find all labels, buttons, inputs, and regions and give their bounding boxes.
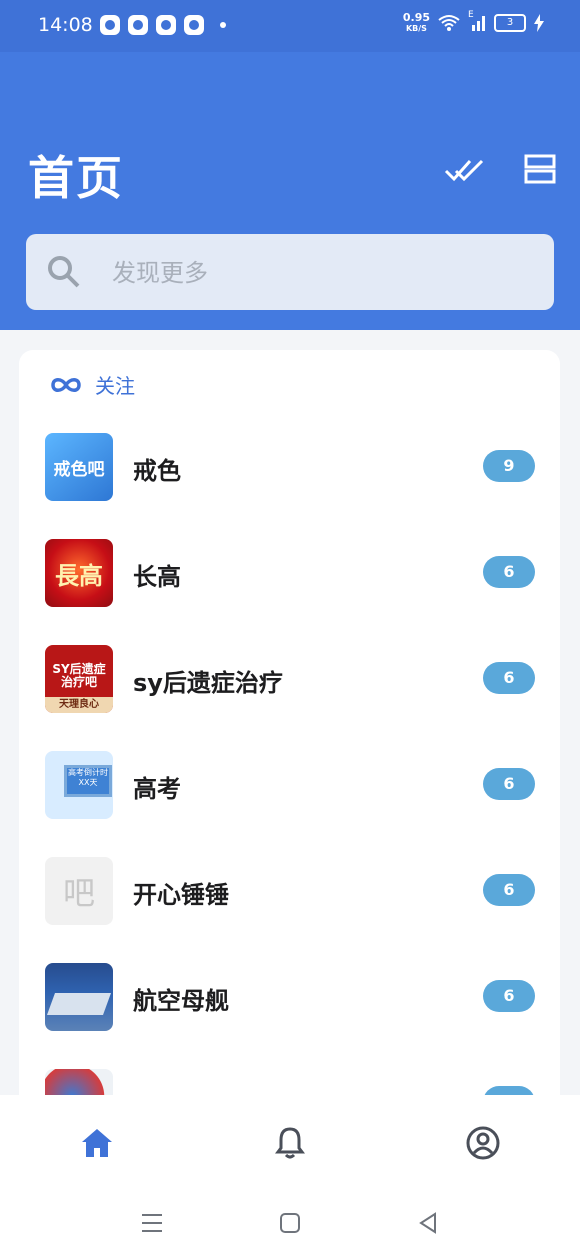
- forum-avatar-text: 戒色吧: [53, 459, 105, 480]
- forum-avatar-placeholder: 吧: [45, 857, 113, 925]
- forum-avatar: 高考倒计时 XX天: [45, 751, 113, 819]
- wifi-icon: [438, 15, 460, 31]
- status-indicators: 0.95 KB/S E 3: [403, 10, 544, 34]
- follow-section-title: 关注: [95, 374, 135, 398]
- app-notification-icon: [156, 15, 176, 35]
- system-navigation-bar: [0, 1191, 580, 1257]
- more-notifications-dot: [220, 22, 226, 28]
- infinity-icon: [51, 377, 81, 392]
- forum-avatar-text: 長高: [55, 561, 103, 590]
- tab-home[interactable]: [75, 1121, 119, 1165]
- page-title: 首页: [28, 151, 124, 205]
- forum-avatar-text: SY后遗症治疗吧: [52, 662, 106, 689]
- follow-card: 关注 戒色吧 戒色 9 長高 长高 6 SY后遗症治疗吧 天理良心 sy后遗症治…: [19, 350, 560, 1110]
- charging-icon: [534, 14, 544, 32]
- notification-icons: [100, 15, 226, 35]
- app-notification-icon: [128, 15, 148, 35]
- forum-avatar: 戒色吧: [45, 433, 113, 501]
- forum-name: 开心锤锤: [133, 881, 229, 909]
- menu-icon: [142, 1214, 162, 1232]
- forum-item[interactable]: 航空母舰 6: [19, 962, 560, 1068]
- search-bar[interactable]: [26, 234, 554, 312]
- unread-count-badge: 6: [483, 556, 535, 588]
- network-speed-unit: KB/S: [405, 24, 427, 33]
- tab-notifications[interactable]: [268, 1121, 312, 1165]
- unread-count-badge: 9: [483, 450, 535, 482]
- home-icon: [82, 1129, 112, 1157]
- forum-avatar: 長高: [45, 539, 113, 607]
- forum-item[interactable]: 吧 开心锤锤 6: [19, 856, 560, 962]
- forum-item[interactable]: 戒色吧 戒色 9: [19, 432, 560, 538]
- app-notification-icon: [100, 15, 120, 35]
- unread-count-badge: 6: [483, 874, 535, 906]
- header: 首页: [0, 52, 580, 330]
- forum-name: 航空母舰: [133, 987, 229, 1015]
- forum-avatar: SY后遗症治疗吧 天理良心: [45, 645, 113, 713]
- unread-count-badge: 6: [483, 768, 535, 800]
- signal-icon: E: [468, 10, 486, 32]
- battery-icon: 3: [494, 14, 526, 32]
- battery-level: 3: [506, 17, 514, 28]
- follow-section-header: 关注: [49, 370, 135, 399]
- forum-name: 高考: [133, 775, 181, 803]
- mark-all-read-button[interactable]: [442, 147, 486, 191]
- search-input[interactable]: [110, 234, 534, 312]
- forum-avatar-text: 吧: [62, 874, 95, 912]
- tab-profile[interactable]: [461, 1121, 505, 1165]
- search-icon: [48, 256, 80, 288]
- forum-name: 长高: [133, 563, 181, 591]
- forum-item[interactable]: 高考倒计时 XX天 高考 6: [19, 750, 560, 856]
- layout-toggle-button[interactable]: [518, 147, 562, 191]
- forum-avatar: [45, 963, 113, 1031]
- home-square-icon: [280, 1213, 300, 1233]
- status-time: 14:08: [38, 14, 93, 36]
- unread-count-badge: 6: [483, 980, 535, 1012]
- followed-forum-list: 戒色吧 戒色 9 長高 长高 6 SY后遗症治疗吧 天理良心 sy后遗症治疗 6…: [19, 432, 560, 1110]
- bottom-tab-bar: [0, 1095, 580, 1191]
- network-speed: 0.95 KB/S: [403, 12, 430, 34]
- bell-icon: [275, 1127, 305, 1159]
- status-bar: 14:08 0.95 KB/S E 3: [0, 0, 580, 52]
- forum-name: 戒色: [133, 457, 181, 485]
- forum-avatar-text: 高考倒计时 XX天: [64, 765, 112, 797]
- forum-name: sy后遗症治疗: [133, 669, 283, 697]
- forum-avatar-subtext: 天理良心: [45, 697, 113, 713]
- double-check-icon: [444, 159, 484, 182]
- forum-item[interactable]: 長高 长高 6: [19, 538, 560, 644]
- nav-back-button[interactable]: [411, 1206, 445, 1240]
- forum-item[interactable]: SY后遗症治疗吧 天理良心 sy后遗症治疗 6: [19, 644, 560, 750]
- app-notification-icon: [184, 15, 204, 35]
- nav-home-button[interactable]: [273, 1206, 307, 1240]
- network-speed-value: 0.95: [402, 11, 430, 24]
- list-layout-icon: [524, 154, 556, 184]
- user-icon: [466, 1126, 500, 1160]
- back-triangle-icon: [419, 1212, 436, 1234]
- aircraft-carrier-image: [46, 993, 112, 1015]
- nav-menu-button[interactable]: [135, 1206, 169, 1240]
- unread-count-badge: 6: [483, 662, 535, 694]
